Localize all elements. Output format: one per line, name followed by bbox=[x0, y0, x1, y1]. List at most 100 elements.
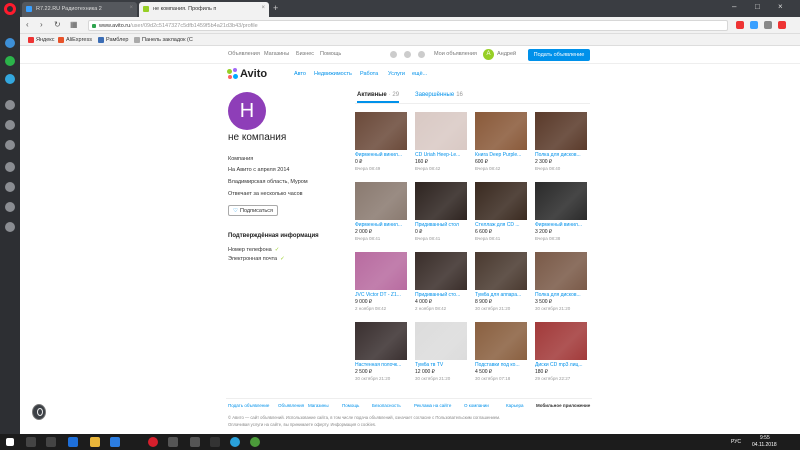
listing-photo[interactable] bbox=[355, 182, 407, 220]
listing-title[interactable]: Диски CD mp3 лиц... bbox=[535, 362, 587, 368]
windows-start-icon[interactable] bbox=[6, 438, 14, 446]
listing-photo[interactable] bbox=[535, 182, 587, 220]
listing-title[interactable]: Подставки под ко... bbox=[475, 362, 527, 368]
link-shops[interactable]: Магазины bbox=[264, 51, 289, 57]
listing-title[interactable]: Фирменный винил... bbox=[355, 152, 407, 158]
listing-title[interactable]: Полка для дисков... bbox=[535, 152, 587, 158]
footer-link[interactable]: Безопасность bbox=[372, 403, 401, 408]
messenger-icon[interactable] bbox=[5, 38, 15, 48]
search-icon[interactable] bbox=[5, 100, 15, 110]
heart-icon[interactable] bbox=[5, 182, 15, 192]
listing-photo[interactable] bbox=[535, 252, 587, 290]
nav-services[interactable]: Услуги bbox=[388, 71, 405, 77]
footer-link[interactable]: Помощь bbox=[342, 403, 359, 408]
listing-photo[interactable] bbox=[475, 322, 527, 360]
listing-title[interactable]: Стеллаж для CD ... bbox=[475, 222, 527, 228]
listing-title[interactable]: Тумба для аппара... bbox=[475, 292, 527, 298]
listing-card[interactable]: Полка для дисков... 3 500 ₽30 октября 21:… bbox=[535, 252, 587, 314]
nav-auto[interactable]: Авто bbox=[294, 71, 306, 77]
listing-title[interactable]: Тумба тв TV bbox=[415, 362, 467, 368]
nav-realty[interactable]: Недвижимость bbox=[314, 71, 352, 77]
tab-active-listings[interactable]: Активные · 29 bbox=[357, 92, 400, 103]
messages-icon[interactable] bbox=[418, 51, 425, 58]
footer-link[interactable]: Подать объявление bbox=[228, 403, 269, 408]
speed-dial-icon[interactable]: ▦ bbox=[70, 20, 78, 29]
close-tab-icon[interactable]: × bbox=[129, 5, 133, 11]
listing-card[interactable]: Тумба тв TV 12 000 ₽30 октября 21:20 bbox=[415, 322, 467, 384]
language-indicator[interactable]: РУС bbox=[731, 439, 741, 445]
location-pin-icon[interactable] bbox=[32, 404, 46, 420]
link-my-ads[interactable]: Мои объявления bbox=[434, 51, 477, 57]
store-icon[interactable] bbox=[110, 437, 120, 447]
extension-icon[interactable] bbox=[736, 21, 744, 29]
listing-card[interactable]: CD Uriah Heep-Le... 160 ₽ Вчера 08:42 bbox=[415, 112, 467, 174]
news-icon[interactable] bbox=[5, 202, 15, 212]
listing-photo[interactable] bbox=[415, 322, 467, 360]
listing-card[interactable]: Стеллаж для CD ... 6 600 ₽ Вчера 08:41 bbox=[475, 182, 527, 244]
listing-card[interactable]: Подставки под ко... 4 500 ₽30 октября 07:… bbox=[475, 322, 527, 384]
listing-title[interactable]: Настенная полочк... bbox=[355, 362, 407, 368]
reload-icon[interactable]: ↻ bbox=[54, 20, 61, 29]
listing-card[interactable]: Диски CD mp3 лиц... 180 ₽29 октября 22:27 bbox=[535, 322, 587, 384]
listing-card[interactable]: Фирменный винил... 3 200 ₽ Вчера 08:38 bbox=[535, 182, 587, 244]
new-tab-button[interactable]: + bbox=[273, 3, 278, 13]
close-window-icon[interactable]: × bbox=[778, 2, 783, 11]
listing-card[interactable]: Придиванный стол 0 ₽ Вчера 08:41 bbox=[415, 182, 467, 244]
footer-link-mobile-app[interactable]: Мобильное приложение bbox=[536, 403, 590, 408]
listing-photo[interactable] bbox=[415, 182, 467, 220]
listing-photo[interactable] bbox=[415, 252, 467, 290]
footer-link[interactable]: Реклама на сайте bbox=[414, 403, 451, 408]
listing-title[interactable]: Книга Deep Purple... bbox=[475, 152, 527, 158]
listing-photo[interactable] bbox=[355, 112, 407, 150]
opera-logo-icon[interactable] bbox=[4, 3, 16, 15]
listing-card[interactable]: Тумба для аппара... 8 900 ₽30 октября 21:… bbox=[475, 252, 527, 314]
app-icon[interactable] bbox=[210, 437, 220, 447]
back-icon[interactable]: ‹ bbox=[26, 20, 29, 29]
bookmark-aliexpress[interactable]: AliExpress bbox=[58, 37, 92, 43]
task-view-icon[interactable] bbox=[46, 437, 56, 447]
edge-icon[interactable] bbox=[68, 437, 78, 447]
post-ad-button[interactable]: Подать объявление bbox=[528, 49, 590, 61]
listing-title[interactable]: Фирменный винил... bbox=[535, 222, 587, 228]
close-tab-icon[interactable]: × bbox=[261, 5, 265, 11]
listing-title[interactable]: Придиванный стол bbox=[415, 222, 467, 228]
link-help[interactable]: Помощь bbox=[320, 51, 341, 57]
footer-link[interactable]: Магазины bbox=[308, 403, 329, 408]
minimize-icon[interactable]: – bbox=[732, 2, 736, 11]
listing-title[interactable]: Придиванный сто... bbox=[415, 292, 467, 298]
listing-title[interactable]: Полка для дисков... bbox=[535, 292, 587, 298]
listing-photo[interactable] bbox=[475, 112, 527, 150]
listing-title[interactable]: JVC Victor DT - Z1... bbox=[355, 292, 407, 298]
explorer-icon[interactable] bbox=[90, 437, 100, 447]
link-ads[interactable]: Объявления bbox=[228, 51, 260, 57]
app-icon[interactable] bbox=[168, 437, 178, 447]
listing-card[interactable]: Придиванный сто... 4 000 ₽2 ноября 08:42 bbox=[415, 252, 467, 314]
extension-icon[interactable] bbox=[778, 21, 786, 29]
listing-card[interactable]: Настенная полочк... 2 500 ₽30 октября 21:… bbox=[355, 322, 407, 384]
footer-link[interactable]: Объявления bbox=[278, 403, 304, 408]
clock-time[interactable]: 9:55 bbox=[760, 435, 770, 441]
link-business[interactable]: Бизнес bbox=[296, 51, 314, 57]
whatsapp-icon[interactable] bbox=[5, 56, 15, 66]
listing-card[interactable]: JVC Victor DT - Z1... 9 000 ₽2 ноября 08:… bbox=[355, 252, 407, 314]
extension-icon[interactable] bbox=[750, 21, 758, 29]
tab-finished-listings[interactable]: Завершённые 16 bbox=[415, 92, 463, 98]
listing-card[interactable]: Фирменный винил... 2 000 ₽ Вчера 08:41 bbox=[355, 182, 407, 244]
user-avatar[interactable]: А bbox=[483, 49, 494, 60]
tab-avito-profile[interactable]: не компания. Профиль п × bbox=[139, 2, 269, 17]
nav-more[interactable]: ещё... bbox=[412, 71, 427, 77]
listing-photo[interactable] bbox=[415, 112, 467, 150]
bookmark-rambler[interactable]: Рамблер bbox=[98, 37, 129, 43]
forward-icon[interactable]: › bbox=[40, 20, 43, 29]
user-menu[interactable]: Андрей bbox=[497, 51, 516, 57]
listing-photo[interactable] bbox=[475, 182, 527, 220]
nav-jobs[interactable]: Работа bbox=[360, 71, 378, 77]
bookmark-yandex[interactable]: Яндекс bbox=[28, 37, 55, 43]
listing-card[interactable]: Книга Deep Purple... 600 ₽ Вчера 08:42 bbox=[475, 112, 527, 174]
telegram-icon[interactable] bbox=[230, 437, 240, 447]
listing-photo[interactable] bbox=[475, 252, 527, 290]
history-icon[interactable] bbox=[5, 222, 15, 232]
clock-date[interactable]: 04.11.2018 bbox=[752, 442, 777, 448]
tab-radiotehnika[interactable]: R7.22.RU Радиотехника 2 × bbox=[22, 2, 137, 17]
listing-card[interactable]: Фирменный винил... 0 ₽ Вчера 08:49 bbox=[355, 112, 407, 174]
